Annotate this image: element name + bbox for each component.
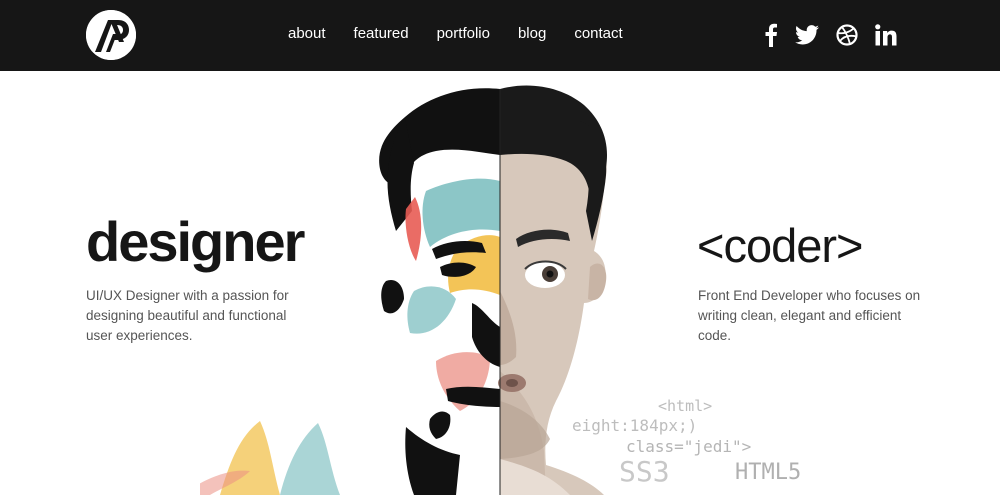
site-logo[interactable]: [86, 10, 136, 60]
designer-heading: designer: [86, 210, 305, 273]
code-snippet-html5: HTML5: [735, 460, 802, 485]
coder-description: Front End Developer who focuses on writi…: [698, 288, 921, 343]
nav-link-featured[interactable]: featured: [354, 24, 409, 46]
code-snippet-html-tag: <html>: [658, 397, 713, 415]
nav-link-blog[interactable]: blog: [518, 24, 546, 46]
twitter-link[interactable]: [795, 25, 819, 45]
code-snippet-height: eight:184px;): [572, 416, 698, 435]
designer-description: UI/UX Designer with a passion for design…: [86, 288, 289, 343]
linkedin-link[interactable]: [875, 24, 897, 46]
hero-section: designer UI/UX Designer with a passion f…: [0, 71, 1000, 495]
facebook-link[interactable]: [764, 23, 778, 47]
linkedin-icon: [875, 24, 897, 46]
main-nav: about featured portfolio blog contact: [288, 24, 651, 46]
coder-heading: <coder>: [697, 219, 863, 272]
twitter-icon: [795, 25, 819, 45]
code-snippet-css3: SS3: [619, 455, 670, 488]
dribbble-icon: [836, 24, 858, 46]
nav-link-contact[interactable]: contact: [574, 24, 622, 46]
split-portrait-illustration: [200, 85, 608, 495]
dribbble-link[interactable]: [836, 24, 858, 46]
logo-monogram-icon: [86, 10, 136, 60]
facebook-icon: [765, 23, 777, 47]
nav-link-portfolio[interactable]: portfolio: [437, 24, 490, 46]
social-links: [764, 21, 914, 49]
code-snippet-class: class="jedi">: [626, 437, 752, 456]
top-navigation-bar: about featured portfolio blog contact: [0, 0, 1000, 71]
nav-link-about[interactable]: about: [288, 24, 326, 46]
